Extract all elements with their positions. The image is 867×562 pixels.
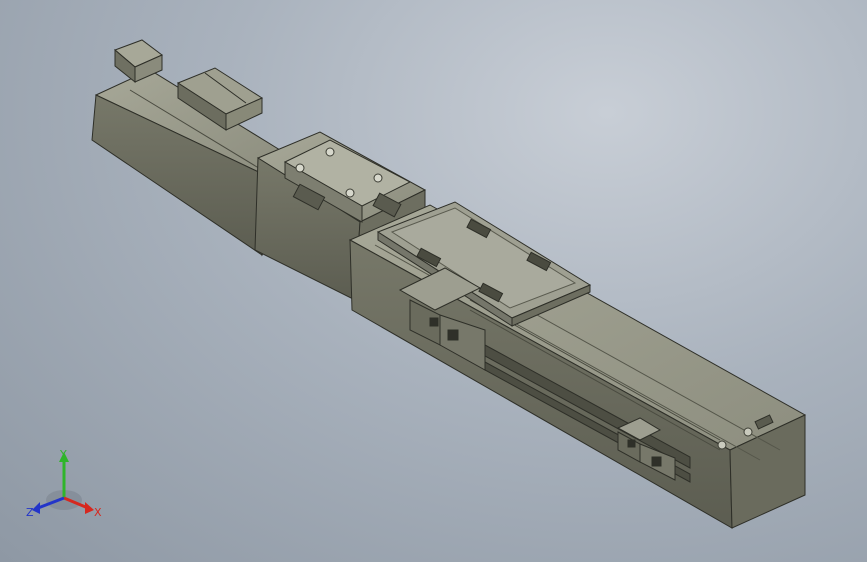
- x-axis-label: X: [94, 506, 102, 519]
- y-axis-label: Y: [59, 448, 67, 461]
- graphics-viewport[interactable]: Y X Z: [0, 0, 867, 562]
- axis-triad: Y X Z: [26, 448, 102, 519]
- z-axis-label: Z: [26, 506, 34, 519]
- actuator-model[interactable]: [0, 0, 867, 562]
- motor-housing[interactable]: [91, 39, 283, 257]
- x-axis-arrow: [85, 502, 94, 514]
